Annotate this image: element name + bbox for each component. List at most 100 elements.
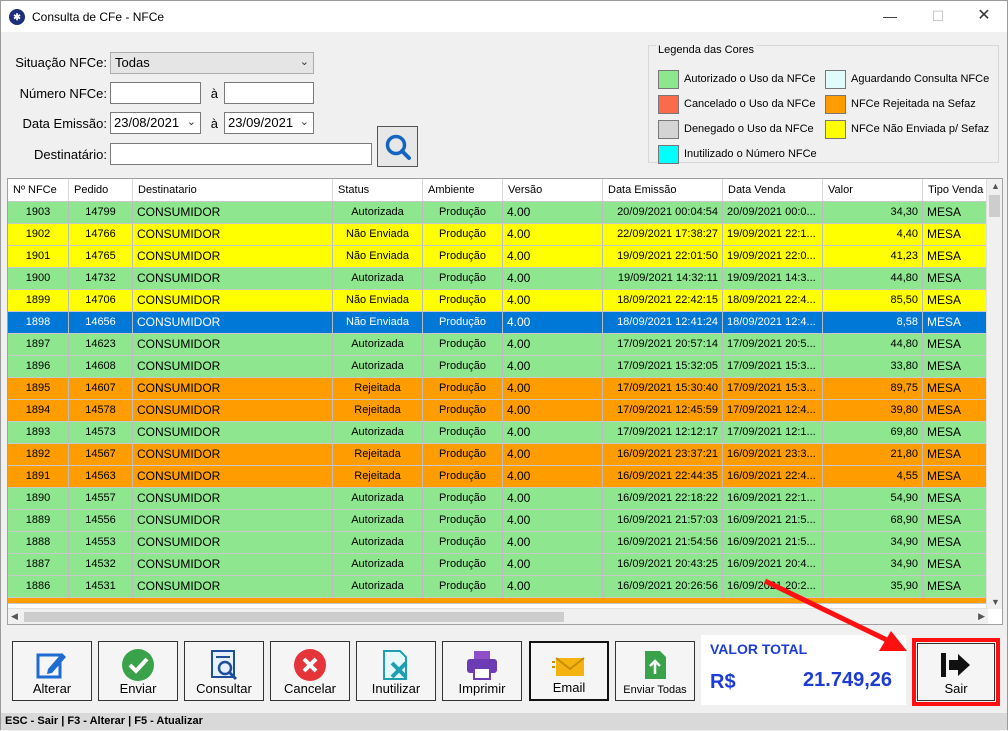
table-row[interactable]: 1895 14607 CONSUMIDOR Rejeitada Produção 4.00… <box>8 378 988 400</box>
column-ambiente[interactable]: Ambiente <box>423 179 503 201</box>
minimize-button[interactable]: — <box>867 1 913 32</box>
cell-destinatario: CONSUMIDOR <box>133 246 333 267</box>
horizontal-scroll-thumb[interactable] <box>24 612 564 622</box>
column-versao[interactable]: Versão <box>503 179 603 201</box>
cell-valor: 44,80 <box>823 334 923 355</box>
chevron-down-icon: ⌄ <box>299 56 309 68</box>
legend-label: Autorizado o Uso da NFCe <box>684 73 816 85</box>
grid-rows: 1903 14799 CONSUMIDOR Autorizada Produção 4.0… <box>8 202 988 604</box>
column-destinatario[interactable]: Destinatario <box>133 179 333 201</box>
cell-tipo-venda: MESA <box>923 356 988 377</box>
cell-tipo-venda: MESA <box>923 532 988 553</box>
cancelar-button[interactable]: Cancelar <box>270 641 350 701</box>
cell-versao: 4.00 <box>503 246 603 267</box>
table-row[interactable]: 1894 14578 CONSUMIDOR Rejeitada Produção 4.00… <box>8 400 988 422</box>
column-data-emissao[interactable]: Data Emissão <box>603 179 723 201</box>
table-row[interactable]: 1896 14608 CONSUMIDOR Autorizada Produção 4.0… <box>8 356 988 378</box>
vertical-scroll-thumb[interactable] <box>989 195 1000 217</box>
cell-tipo-venda: MESA <box>923 246 988 267</box>
alterar-label: Alterar <box>32 681 72 696</box>
cell-tipo-venda: MESA <box>923 422 988 443</box>
scroll-right-icon[interactable]: ▶ <box>978 611 985 622</box>
scroll-down-icon[interactable]: ▼ <box>991 597 1000 607</box>
cell-destinatario: CONSUMIDOR <box>133 510 333 531</box>
cell-data-emissao: 16/09/2021 23:37:21 <box>603 444 723 465</box>
table-row[interactable]: 1886 14531 CONSUMIDOR Autorizada Produção 4.0… <box>8 576 988 598</box>
table-row[interactable]: 1889 14556 CONSUMIDOR Autorizada Produção 4.0… <box>8 510 988 532</box>
situacao-select[interactable]: Todas ⌄ <box>110 52 314 74</box>
enviar-label: Enviar <box>119 681 157 696</box>
main-window: ✱ Consulta de CFe - NFCe — ☐ ✕ Situação … <box>0 0 1008 730</box>
cell-versao: 4.00 <box>503 290 603 311</box>
email-icon <box>552 657 585 676</box>
cell-status: Autorizada <box>333 422 423 443</box>
destinatario-input[interactable] <box>110 143 372 165</box>
maximize-button[interactable]: ☐ <box>915 1 961 32</box>
table-row[interactable]: 1897 14623 CONSUMIDOR Autorizada Produção 4.0… <box>8 334 988 356</box>
cell-tipo-venda: MESA <box>923 554 988 575</box>
column-pedido[interactable]: Pedido <box>69 179 133 201</box>
cell-data-emissao: 20/09/2021 00:04:54 <box>603 202 723 223</box>
search-button[interactable] <box>377 126 418 167</box>
sair-button[interactable]: Sair <box>917 643 995 701</box>
total-value: 21.749,26 <box>803 669 892 691</box>
cell-status: Autorizada <box>333 532 423 553</box>
cell-tipo-venda: MESA <box>923 312 988 333</box>
cell-pedido: 14563 <box>69 466 133 487</box>
legend-label: Inutilizado o Número NFCe <box>684 148 817 160</box>
enviar-button[interactable]: Enviar <box>98 641 178 701</box>
imprimir-button[interactable]: Imprimir <box>442 641 522 701</box>
close-button[interactable]: ✕ <box>961 1 1007 32</box>
numero-from-input[interactable] <box>110 82 201 104</box>
table-row[interactable]: 1902 14766 CONSUMIDOR Não Enviada Produção 4.… <box>8 224 988 246</box>
alterar-button[interactable]: Alterar <box>12 641 92 701</box>
scroll-up-icon[interactable]: ▲ <box>991 181 1000 191</box>
consultar-button[interactable]: Consultar <box>184 641 264 701</box>
cell-data-emissao: 16/09/2021 20:26:56 <box>603 576 723 597</box>
enviar-todas-button[interactable]: Enviar Todas <box>615 641 695 701</box>
cell-nfce: 1896 <box>8 356 69 377</box>
email-button[interactable]: Email <box>529 641 609 701</box>
table-row[interactable]: 1900 14732 CONSUMIDOR Autorizada Produção 4.0… <box>8 268 988 290</box>
table-row[interactable]: 1893 14573 CONSUMIDOR Autorizada Produção 4.0… <box>8 422 988 444</box>
column-tipo-venda[interactable]: Tipo Venda <box>923 179 988 201</box>
cell-valor: 21,80 <box>823 444 923 465</box>
cell-data-venda: 19/09/2021 22:0... <box>723 246 823 267</box>
table-row[interactable]: 1892 14567 CONSUMIDOR Rejeitada Produção 4.00… <box>8 444 988 466</box>
table-row[interactable]: 1888 14553 CONSUMIDOR Autorizada Produção 4.0… <box>8 532 988 554</box>
cell-versao: 4.00 <box>503 312 603 333</box>
vertical-scrollbar[interactable]: ▲ ▼ <box>986 179 1002 609</box>
column-data-venda[interactable]: Data Venda <box>723 179 823 201</box>
cell-ambiente: Produção <box>423 510 503 531</box>
cell-status: Autorizada <box>333 334 423 355</box>
table-row[interactable]: 1899 14706 CONSUMIDOR Não Enviada Produção 4.… <box>8 290 988 312</box>
data-to-input[interactable]: 23/09/2021 ⌄ <box>224 112 314 134</box>
table-row[interactable]: 1891 14563 CONSUMIDOR Rejeitada Produção 4.00… <box>8 466 988 488</box>
column-status[interactable]: Status <box>333 179 423 201</box>
cell-destinatario: CONSUMIDOR <box>133 378 333 399</box>
cell-nfce: 1893 <box>8 422 69 443</box>
inutilizar-button[interactable]: Inutilizar <box>356 641 436 701</box>
table-row[interactable]: 1887 14532 CONSUMIDOR Autorizada Produção 4.0… <box>8 554 988 576</box>
cell-data-emissao: 17/09/2021 12:12:17 <box>603 422 723 443</box>
column-valor[interactable]: Valor <box>823 179 923 201</box>
cell-data-venda: 16/09/2021 21:5... <box>723 532 823 553</box>
cell-valor: 34,90 <box>823 532 923 553</box>
scroll-left-icon[interactable]: ◀ <box>11 611 18 622</box>
table-row[interactable]: 1903 14799 CONSUMIDOR Autorizada Produção 4.0… <box>8 202 988 224</box>
cell-nfce: 1900 <box>8 268 69 289</box>
cell-valor: 39,80 <box>823 400 923 421</box>
horizontal-scrollbar[interactable]: ◀ ▶ <box>8 608 988 624</box>
cell-data-venda: 17/09/2021 12:1... <box>723 422 823 443</box>
data-from-input[interactable]: 23/08/2021 ⌄ <box>110 112 201 134</box>
table-row[interactable]: 1901 14765 CONSUMIDOR Não Enviada Produção 4.… <box>8 246 988 268</box>
table-row[interactable]: 1898 14656 CONSUMIDOR Não Enviada Produção 4.… <box>8 312 988 334</box>
nfce-grid[interactable]: Nº NFCe Pedido Destinatario Status Ambie… <box>7 178 1003 625</box>
cell-valor: 85,50 <box>823 290 923 311</box>
cell-data-emissao: 17/09/2021 12:45:59 <box>603 400 723 421</box>
table-row[interactable]: 1890 14557 CONSUMIDOR Autorizada Produção 4.0… <box>8 488 988 510</box>
cell-tipo-venda: MESA <box>923 400 988 421</box>
numero-to-input[interactable] <box>224 82 314 104</box>
column-nfce[interactable]: Nº NFCe <box>8 179 69 201</box>
cell-data-emissao: 16/09/2021 21:54:56 <box>603 532 723 553</box>
